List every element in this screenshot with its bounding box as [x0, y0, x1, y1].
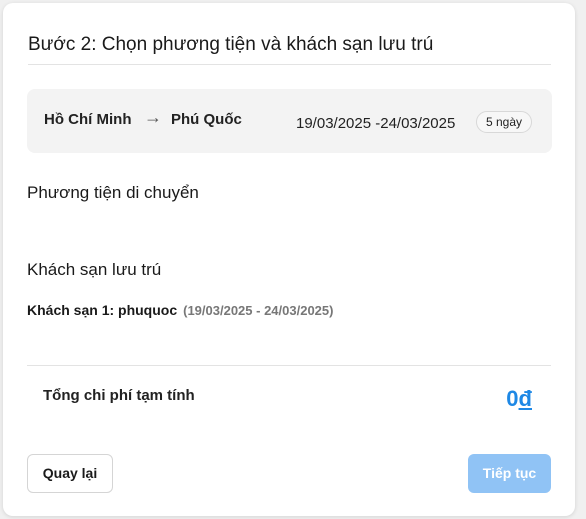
step-card: Bước 2: Chọn phương tiện và khách sạn lư…: [3, 3, 575, 516]
arrow-right-icon: →: [144, 107, 162, 127]
route-origin: Hồ Chí Minh: [44, 111, 132, 128]
route-summary: Hồ Chí Minh → Phú Quốc 19/03/2025 -24/03…: [27, 89, 552, 153]
total-currency: đ: [518, 386, 532, 411]
hotel-heading: Khách sạn lưu trú: [27, 260, 162, 279]
days-badge: 5 ngày: [476, 111, 533, 133]
step-title: Bước 2: Chọn phương tiện và khách sạn lư…: [28, 34, 434, 55]
route-destination: Phú Quốc: [171, 111, 242, 128]
route-dates: 19/03/2025 -24/03/2025: [296, 115, 456, 132]
title-divider: [28, 64, 551, 65]
total-divider: [27, 365, 551, 366]
transport-heading: Phương tiện di chuyển: [27, 183, 199, 202]
hotel-item: Khách sạn 1: phuquoc (19/03/2025 - 24/03/…: [27, 302, 333, 318]
back-button[interactable]: Quay lại: [27, 454, 113, 493]
total-label: Tổng chi phí tạm tính: [43, 387, 195, 404]
hotel-item-label: Khách sạn 1: phuquoc: [27, 302, 178, 318]
total-amount-value: 0: [506, 386, 519, 411]
total-amount: 0đ: [506, 386, 532, 412]
continue-button[interactable]: Tiếp tục: [468, 454, 551, 493]
hotel-item-dates: (19/03/2025 - 24/03/2025): [183, 303, 334, 318]
